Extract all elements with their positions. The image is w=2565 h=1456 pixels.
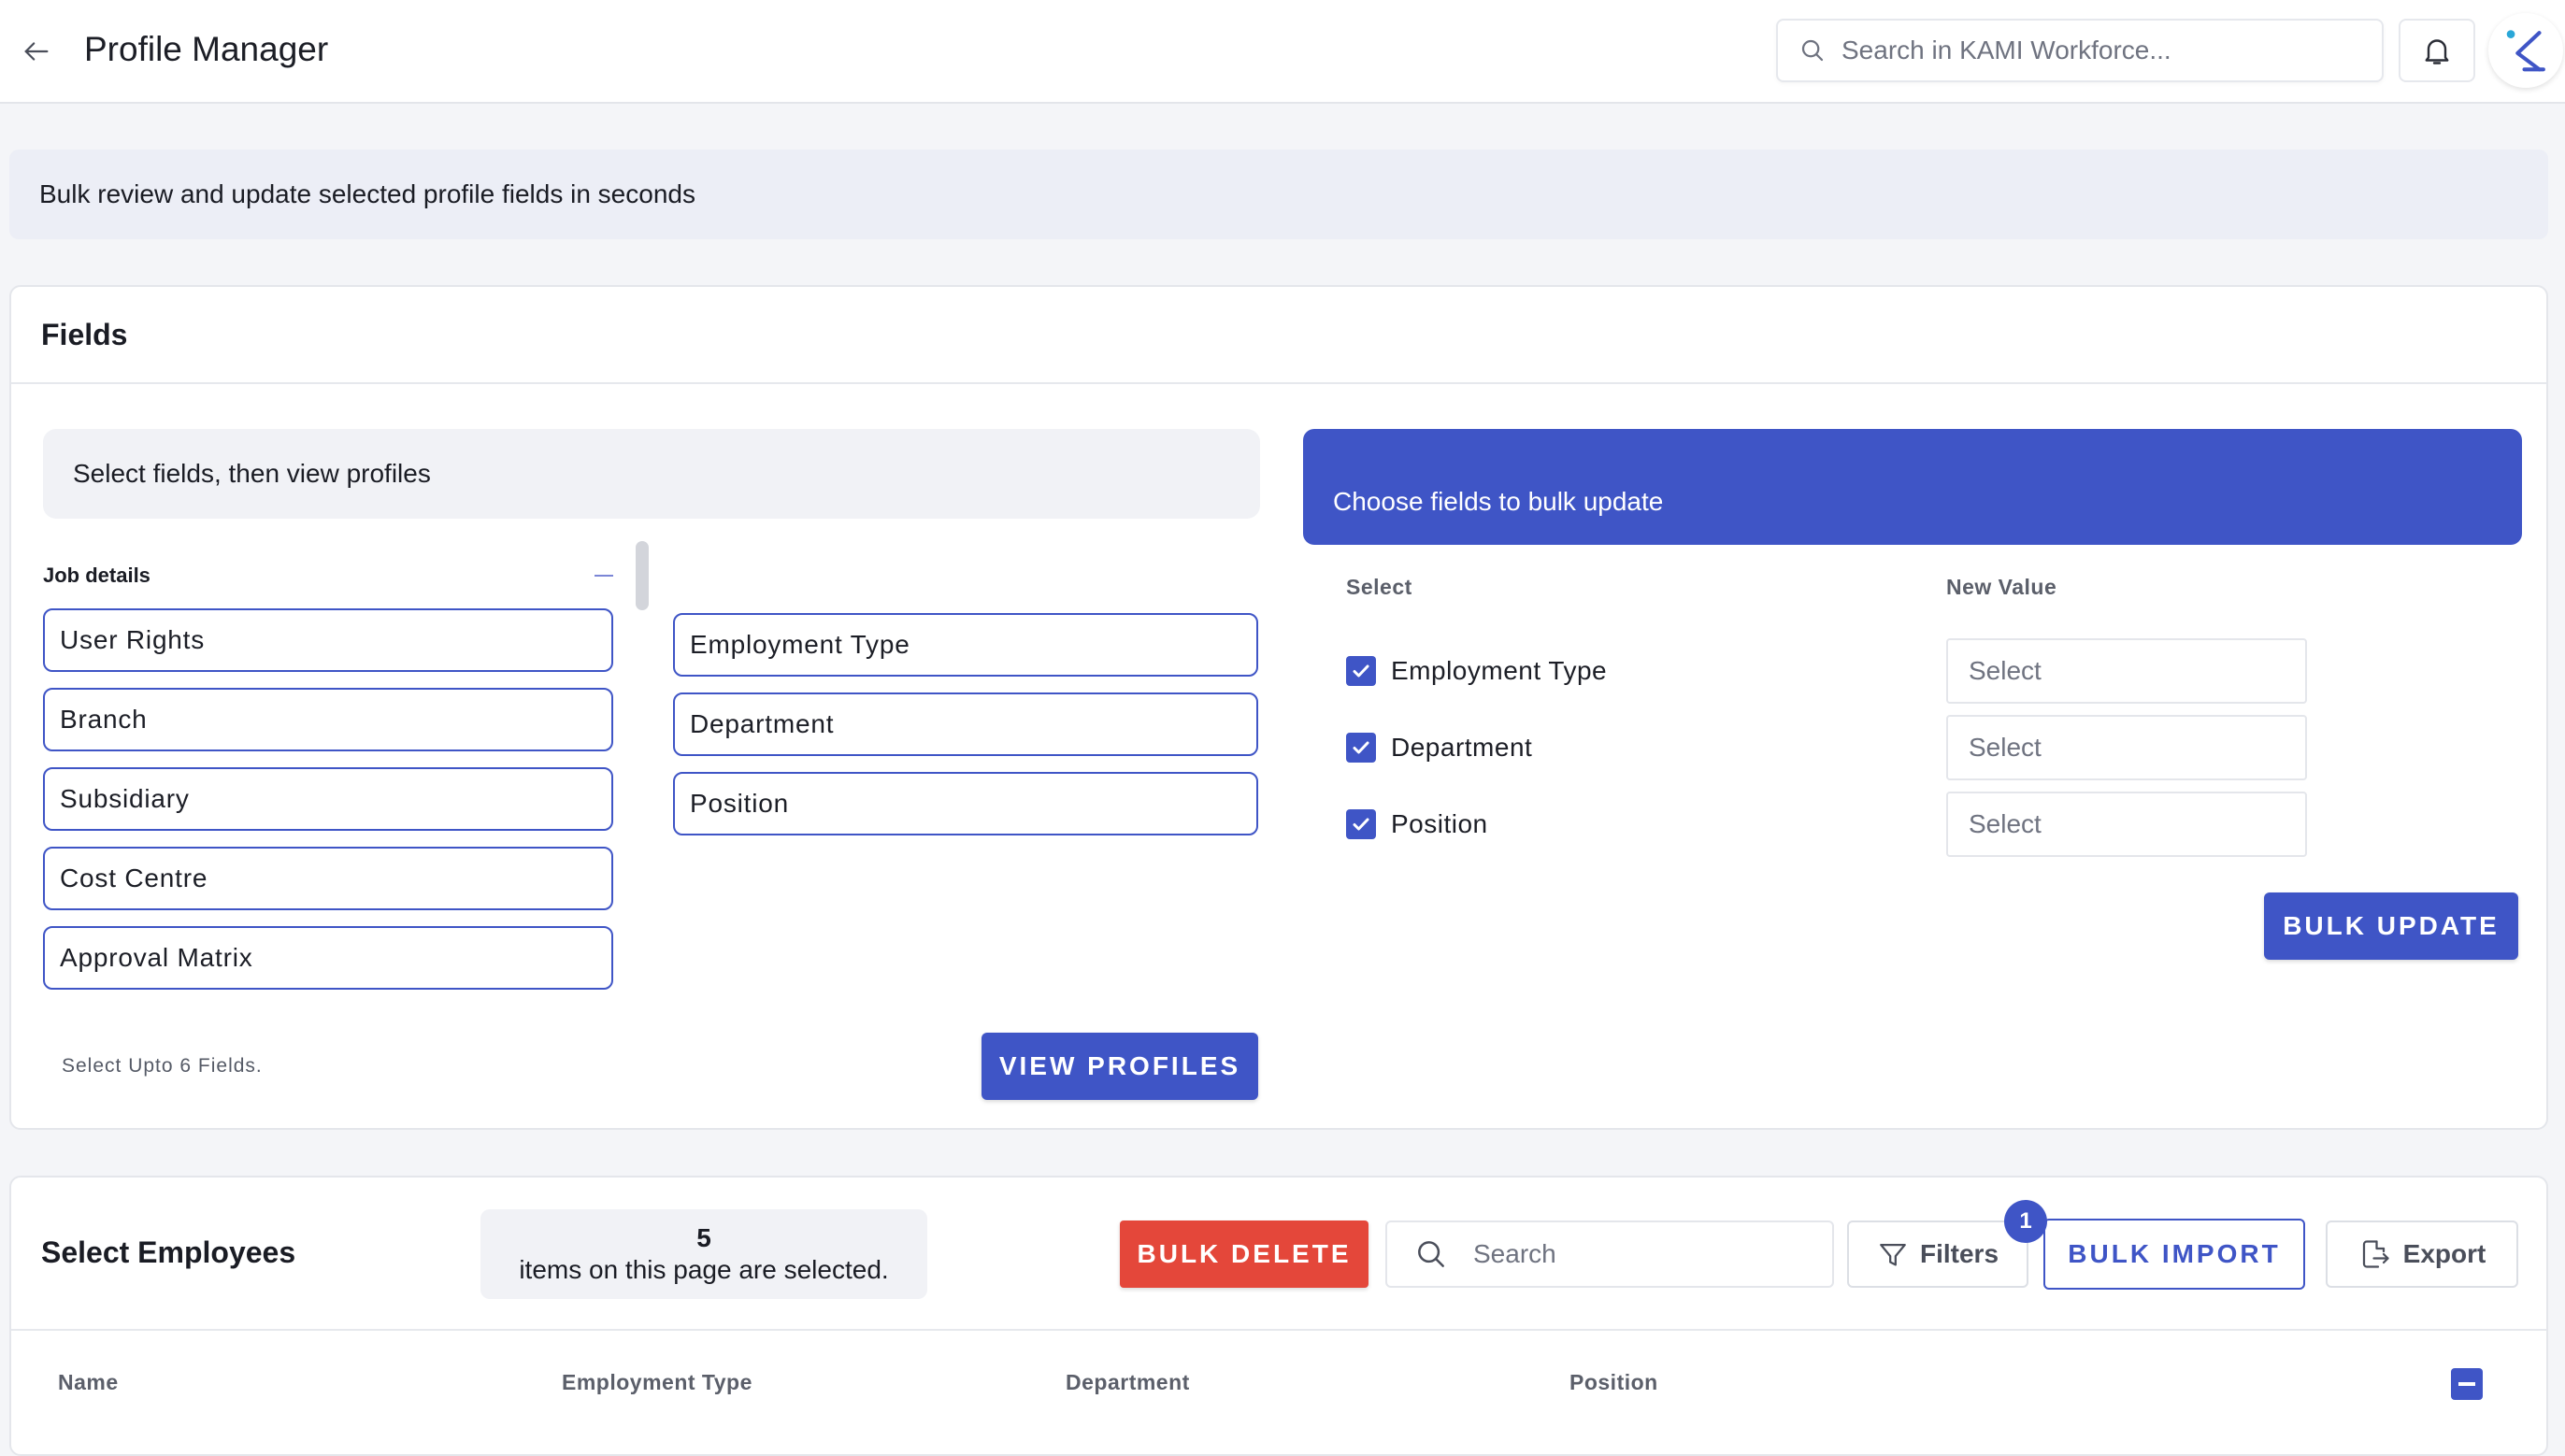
bulk-row-position: Position [1346,809,1488,839]
fields-info-box: Select fields, then view profiles [43,429,1260,519]
employee-search-input[interactable] [1473,1239,1810,1269]
export-label: Export [2402,1239,2486,1268]
column-header-department[interactable]: Department [1066,1370,1190,1395]
selected-field-department[interactable]: Department [673,692,1258,756]
field-chip-label: Approval Matrix [60,943,253,972]
select-all-checkbox[interactable] [2451,1368,2483,1400]
bulk-row-department: Department [1346,733,1532,763]
field-chip-subsidiary[interactable]: Subsidiary [43,767,613,831]
field-chip-label: User Rights [60,625,206,654]
bulk-update-header: Choose fields to bulk update [1303,429,2522,545]
checkmark-icon [1353,818,1369,831]
department-value-select[interactable]: Select [1946,715,2307,780]
field-chip-label: Branch [60,705,148,734]
arrow-left-icon [24,42,49,61]
employment-type-checkbox[interactable] [1346,656,1376,686]
employment-type-value-select[interactable]: Select [1946,638,2307,704]
field-chip-branch[interactable]: Branch [43,688,613,751]
checkmark-icon [1353,664,1369,678]
funnel-icon [1880,1243,1906,1266]
employee-search[interactable] [1385,1220,1834,1288]
column-header-employment-type[interactable]: Employment Type [562,1370,752,1395]
field-chip-label: Subsidiary [60,784,190,813]
fields-card-title: Fields [11,287,2546,384]
page-title: Profile Manager [84,30,329,68]
field-chip-user-rights[interactable]: User Rights [43,608,613,672]
filter-count-badge: 1 [2004,1200,2047,1243]
checkbox-label: Employment Type [1391,656,1608,685]
employees-title: Select Employees [41,1235,296,1269]
minus-icon [2458,1382,2475,1386]
selected-field-employment-type[interactable]: Employment Type [673,613,1258,677]
checkmark-icon [1353,741,1369,754]
field-group-title: Job details [43,564,150,587]
field-chip-label: Position [690,789,790,818]
bulk-update-button[interactable]: BULK UPDATE [2264,892,2518,960]
selection-info: 5 items on this page are selected. [480,1209,927,1299]
global-search-input[interactable] [1841,36,2365,65]
checkbox-label: Department [1391,733,1533,762]
info-banner: Bulk review and update selected profile … [9,150,2548,239]
position-value-select[interactable]: Select [1946,792,2307,857]
field-chip-label: Cost Centre [60,864,208,892]
field-chip-approval-matrix[interactable]: Approval Matrix [43,926,613,990]
checkbox-label: Position [1391,809,1488,838]
kami-logo-icon [2506,30,2545,72]
department-checkbox[interactable] [1346,733,1376,763]
column-header-name[interactable]: Name [58,1370,119,1395]
employees-card: Select Employees 5 items on this page ar… [9,1176,2548,1456]
position-checkbox[interactable] [1346,809,1376,839]
filters-label: Filters [1919,1239,1999,1268]
collapse-group-icon[interactable] [595,575,613,577]
field-chip-label: Department [690,709,835,738]
notifications-button[interactable] [2399,19,2475,82]
selected-text: items on this page are selected. [519,1255,889,1284]
top-bar: Profile Manager [0,0,2565,104]
search-icon [1801,39,1824,62]
bulk-delete-button[interactable]: BULK DELETE [1120,1220,1368,1288]
column-header-position[interactable]: Position [1569,1370,1658,1395]
back-button[interactable] [13,28,60,75]
selected-field-position[interactable]: Position [673,772,1258,835]
fields-card: Fields Select fields, then view profiles… [9,285,2548,1130]
selected-count: 5 [696,1223,711,1252]
bulk-import-button[interactable]: BULK IMPORT [2043,1219,2305,1290]
export-icon [2362,1240,2389,1268]
new-value-column-label: New Value [1946,575,2057,599]
export-button[interactable]: Export [2326,1220,2518,1288]
bell-icon [2425,39,2449,64]
field-chip-cost-centre[interactable]: Cost Centre [43,847,613,910]
user-logo[interactable] [2488,13,2563,88]
select-column-label: Select [1346,575,1412,599]
fields-scrollbar[interactable] [636,541,649,610]
view-profiles-button[interactable]: VIEW PROFILES [982,1033,1258,1100]
fields-hint: Select Upto 6 Fields. [62,1055,263,1077]
field-chip-label: Employment Type [690,630,910,659]
search-icon [1418,1241,1444,1267]
bulk-row-employment-type: Employment Type [1346,656,1607,686]
filters-button[interactable]: Filters [1847,1220,2028,1288]
global-search[interactable] [1776,19,2384,82]
employees-toolbar: Select Employees 5 items on this page ar… [11,1178,2546,1331]
